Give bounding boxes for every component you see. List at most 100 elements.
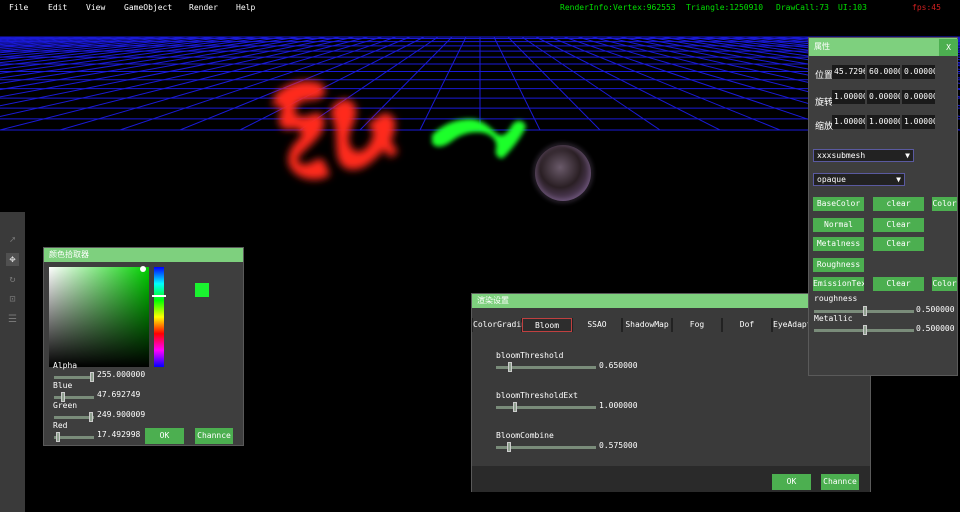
rotation-z-field[interactable]: 0.00000: [902, 90, 935, 104]
list-tool-icon[interactable]: ☰: [6, 313, 19, 326]
menu-render[interactable]: Render: [189, 3, 218, 12]
move-tool-icon[interactable]: ✥: [6, 253, 19, 266]
properties-window: 属性 X 位置 45.7296 60.0000 0.00000 旋转 1.000…: [808, 37, 958, 376]
tab-ssao[interactable]: SSAO: [572, 318, 622, 332]
position-x-field[interactable]: 45.7296: [832, 65, 865, 79]
chevron-down-icon: ▼: [905, 151, 910, 160]
menu-gameobject[interactable]: GameObject: [124, 3, 172, 12]
bloom-combine-value: 0.575000: [599, 441, 638, 450]
position-y-field[interactable]: 60.0000: [867, 65, 900, 79]
submesh-value: xxxsubmesh: [817, 151, 866, 160]
close-button[interactable]: X: [939, 39, 958, 56]
tab-fog[interactable]: Fog: [672, 318, 722, 332]
color-preview-swatch: [195, 283, 209, 297]
select-tool-icon[interactable]: ➚: [6, 234, 19, 247]
menu-edit[interactable]: Edit: [48, 3, 67, 12]
render-info-ui: UI:103: [838, 3, 867, 12]
blue-label: Blue: [53, 381, 73, 390]
bloom-threshold-label: bloomThreshold: [496, 351, 564, 360]
metallic-label: Metallic: [814, 314, 853, 323]
scale-x-field[interactable]: 1.00000: [832, 115, 865, 129]
green-label: Green: [53, 401, 78, 410]
properties-title: 属性: [809, 38, 957, 56]
bloom-combine-knob[interactable]: [506, 442, 511, 452]
glass-sphere: [534, 144, 592, 202]
bloom-threshold-ext-knob[interactable]: [513, 402, 518, 412]
color-cancel-button[interactable]: Channce: [195, 428, 233, 444]
normal-clear-button[interactable]: Clear: [873, 218, 924, 232]
blue-slider[interactable]: [54, 392, 94, 402]
bloom-threshold-knob[interactable]: [507, 362, 512, 372]
metallic-slider[interactable]: [814, 325, 914, 335]
green-value: 249.900009: [97, 410, 146, 419]
red-value: 17.492998: [97, 430, 141, 439]
red-slider[interactable]: [54, 432, 94, 442]
roughness-knob[interactable]: [863, 306, 867, 316]
scale-label: 缩放: [815, 122, 834, 132]
red-label: Red: [53, 421, 68, 430]
scale-z-field[interactable]: 1.00000: [902, 115, 935, 129]
bloom-threshold-ext-value: 1.000000: [599, 401, 638, 410]
menu-view[interactable]: View: [86, 3, 105, 12]
blend-mode-value: opaque: [817, 175, 846, 184]
render-info-drawcall: DrawCall:73: [776, 3, 829, 12]
tab-colorgrading[interactable]: ColorGrading: [472, 318, 531, 332]
metallic-knob[interactable]: [863, 325, 867, 335]
color-ok-button[interactable]: OK: [145, 428, 184, 444]
bloom-threshold-ext-label: bloomThresholdExt: [496, 391, 578, 400]
position-label: 位置: [815, 71, 834, 81]
roughness-slider[interactable]: [814, 306, 914, 316]
chevron-down-icon: ▼: [896, 175, 901, 184]
bloom-combine-label: BloomCombine: [496, 431, 554, 440]
render-cancel-button[interactable]: Channce: [821, 474, 859, 490]
roughness-label: roughness: [814, 294, 858, 303]
color-picker-window: 颜色拾取器 Alpha 255.000000 Blue 47.692749 Gr…: [43, 247, 244, 446]
render-info-vertex: RenderInfo:Vertex:962553: [560, 3, 676, 12]
normal-button[interactable]: Normal: [813, 218, 864, 232]
saturation-value-field[interactable]: [49, 267, 149, 367]
alpha-value: 255.000000: [97, 370, 146, 379]
render-ok-button[interactable]: OK: [772, 474, 811, 490]
menu-help[interactable]: Help: [236, 3, 255, 12]
rotate-tool-icon[interactable]: ↻: [6, 273, 19, 286]
bloom-threshold-ext-slider[interactable]: [496, 402, 596, 412]
tab-bloom[interactable]: Bloom: [522, 318, 572, 332]
emission-color-button[interactable]: Color: [932, 277, 957, 291]
basecolor-color-button[interactable]: Color: [932, 197, 957, 211]
metalness-clear-button[interactable]: Clear: [873, 237, 924, 251]
green-slider-knob[interactable]: [89, 412, 94, 422]
menu-file[interactable]: File: [9, 3, 28, 12]
bloom-threshold-value: 0.650000: [599, 361, 638, 370]
rotation-label: 旋转: [815, 98, 834, 108]
blend-mode-dropdown[interactable]: opaque ▼: [813, 173, 905, 186]
roughness-button[interactable]: Roughness: [813, 258, 864, 272]
menu-bar: File Edit View GameObject Render Help Re…: [0, 0, 960, 15]
green-slider[interactable]: [54, 412, 94, 422]
scale-tool-icon[interactable]: ⊡: [6, 293, 19, 306]
position-z-field[interactable]: 0.00000: [902, 65, 935, 79]
alpha-slider-knob[interactable]: [90, 372, 94, 382]
dragon-green: [432, 119, 526, 159]
render-info-fps: fps:45: [912, 3, 941, 12]
rotation-y-field[interactable]: 0.00000: [867, 90, 900, 104]
emission-clear-button[interactable]: Clear: [873, 277, 924, 291]
bloom-combine-slider[interactable]: [496, 442, 596, 452]
tab-dof[interactable]: Dof: [722, 318, 772, 332]
basecolor-button[interactable]: BaseColor: [813, 197, 864, 211]
alpha-slider[interactable]: [54, 372, 94, 382]
hue-marker[interactable]: [152, 295, 166, 297]
tab-shadowmap[interactable]: ShadowMap: [622, 318, 672, 332]
red-slider-knob[interactable]: [56, 432, 61, 442]
emission-button[interactable]: EmissionTex: [813, 277, 864, 291]
scale-y-field[interactable]: 1.00000: [867, 115, 900, 129]
basecolor-clear-button[interactable]: clear: [873, 197, 924, 211]
bloom-threshold-slider[interactable]: [496, 362, 596, 372]
hue-bar[interactable]: [154, 267, 164, 367]
blue-value: 47.692749: [97, 390, 141, 399]
submesh-dropdown[interactable]: xxxsubmesh ▼: [813, 149, 914, 162]
rotation-x-field[interactable]: 1.00000: [832, 90, 865, 104]
render-info-triangle: Triangle:1250910: [686, 3, 764, 12]
metallic-value: 0.500000: [916, 324, 955, 333]
metalness-button[interactable]: Metalness: [813, 237, 864, 251]
color-cursor[interactable]: [140, 266, 146, 272]
